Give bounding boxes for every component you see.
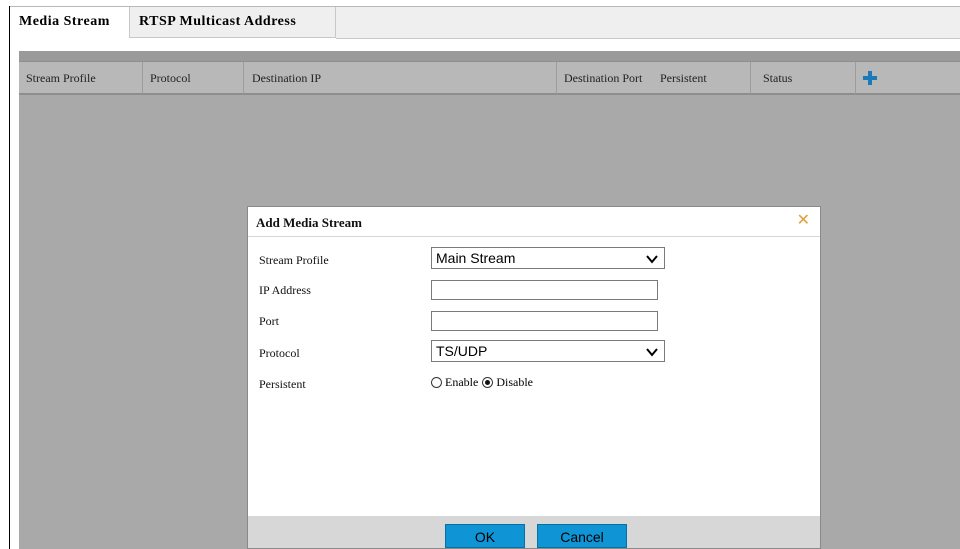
column-separator <box>556 62 557 94</box>
persistent-enable-label: Enable <box>445 374 479 389</box>
column-header-status: Status <box>763 71 793 85</box>
stream-profile-label: Stream Profile <box>259 253 329 267</box>
dialog-footer: OK Cancel <box>248 516 820 548</box>
chevron-down-icon <box>646 344 658 358</box>
persistent-enable-radio[interactable] <box>431 376 442 388</box>
ip-address-label: IP Address <box>259 283 311 297</box>
stream-profile-value: Main Stream <box>436 250 516 266</box>
column-header-stream-profile: Stream Profile <box>26 71 96 85</box>
dialog-title: Add Media Stream <box>256 215 362 230</box>
chevron-down-icon <box>646 251 658 265</box>
persistent-disable-label: Disable <box>496 374 533 389</box>
plus-icon[interactable] <box>862 70 878 86</box>
column-header-destination-ip: Destination IP <box>252 71 321 85</box>
protocol-label: Protocol <box>259 346 300 360</box>
column-separator <box>855 62 856 94</box>
close-icon[interactable]: ✕ <box>797 210 810 229</box>
tab-media-stream[interactable]: Media Stream <box>10 7 130 38</box>
port-input[interactable] <box>431 311 658 331</box>
cancel-button[interactable]: Cancel <box>537 524 627 548</box>
ok-button[interactable]: OK <box>445 524 525 548</box>
add-media-stream-dialog: Add Media Stream ✕ Stream Profile Main S… <box>247 206 821 549</box>
column-header-persistent: Persistent <box>660 71 707 85</box>
protocol-value: TS/UDP <box>436 343 488 359</box>
ip-address-input[interactable] <box>431 280 658 300</box>
table-toolbar <box>19 51 960 61</box>
column-separator <box>243 62 244 94</box>
column-header-protocol: Protocol <box>150 71 191 85</box>
persistent-radio-group: Enable Disable <box>431 374 537 390</box>
tab-strip-background <box>336 7 960 39</box>
column-separator <box>750 62 751 94</box>
table-header: Stream Profile Protocol Destination IP D… <box>19 61 960 95</box>
port-label: Port <box>259 314 280 328</box>
protocol-select[interactable]: TS/UDP <box>431 340 665 362</box>
tab-bar: Media Stream RTSP Multicast Address <box>10 7 336 39</box>
stream-profile-select[interactable]: Main Stream <box>431 247 665 269</box>
tab-rtsp-multicast-address[interactable]: RTSP Multicast Address <box>130 7 336 38</box>
dialog-title-divider <box>248 236 820 237</box>
persistent-disable-radio[interactable] <box>482 376 494 388</box>
column-separator <box>142 62 143 94</box>
persistent-label: Persistent <box>259 377 306 391</box>
column-header-destination-port: Destination Port <box>564 71 643 85</box>
